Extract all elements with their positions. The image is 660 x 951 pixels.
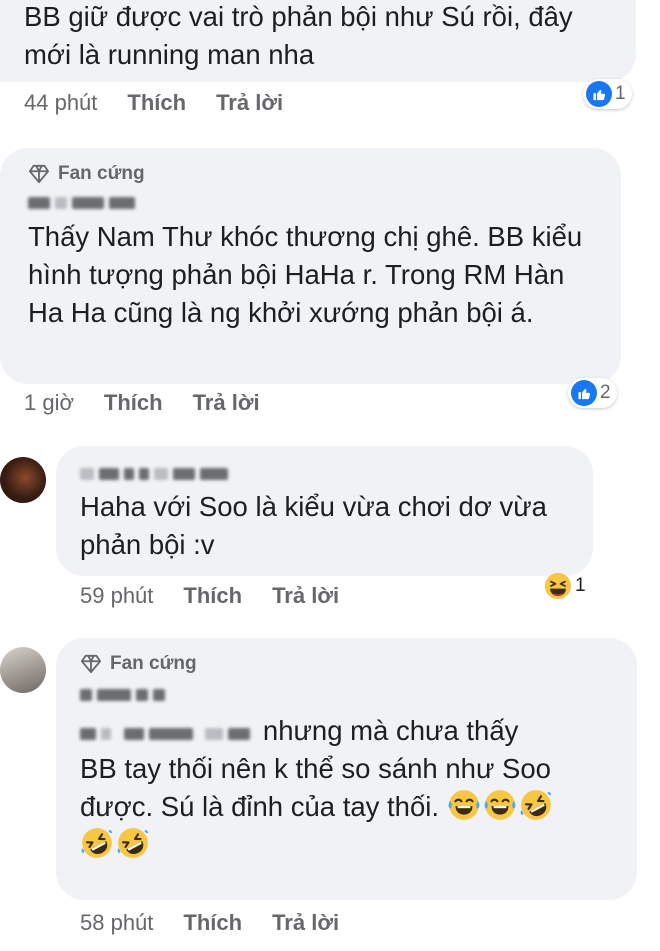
like-button[interactable]: Thích: [183, 910, 242, 936]
like-button[interactable]: Thích: [127, 90, 186, 116]
comment-bubble: Fan cứng Thấy Nam Thư khóc thương chị gh…: [0, 148, 621, 384]
haha-icon: [544, 572, 572, 600]
fan-badge-label: Fan cứng: [110, 653, 197, 674]
reaction-count: 1: [575, 575, 586, 596]
reaction-summary[interactable]: 1: [541, 569, 592, 603]
fan-badge: Fan cứng: [80, 650, 613, 678]
like-icon: [571, 380, 597, 406]
diamond-icon: [28, 164, 50, 184]
reaction-summary[interactable]: 2: [568, 378, 617, 408]
diamond-icon: [80, 654, 102, 674]
rofl-icon: [80, 826, 114, 860]
comment-text: Thấy Nam Thư khóc thương chị ghê. BB kiể…: [28, 221, 583, 328]
like-icon: [586, 81, 612, 107]
reaction-summary[interactable]: 1: [583, 79, 632, 109]
comment-time: 1 giờ: [24, 390, 74, 415]
reply-button[interactable]: Trả lời: [272, 910, 339, 936]
comment-text-line: nhưng mà chưa thấy: [262, 715, 519, 746]
reaction-count: 1: [615, 83, 626, 104]
comment-text-line: BB tay thối nên k thể so sánh như Soo: [80, 753, 551, 784]
reaction-count: 2: [600, 382, 611, 403]
like-button[interactable]: Thích: [104, 390, 163, 416]
comment-meta: 59 phút Thích Trả lời: [80, 581, 339, 611]
author-name-redacted[interactable]: [80, 460, 569, 488]
avatar[interactable]: [0, 457, 46, 503]
tears-of-joy-icon: [447, 788, 481, 822]
comment-time: 44 phút: [24, 90, 98, 115]
fan-badge-label: Fan cứng: [58, 163, 145, 184]
comment-text: Haha với Soo là kiểu vừa chơi dơ vừa phả…: [80, 491, 547, 560]
reply-button[interactable]: Trả lời: [272, 583, 339, 609]
comment-time: 58 phút: [80, 910, 154, 935]
comment-bubble: BB giữ được vai trò phản bội như Sú rồi,…: [0, 0, 636, 82]
reply-button[interactable]: Trả lời: [193, 390, 260, 416]
comment-bubble: Haha với Soo là kiểu vừa chơi dơ vừa phả…: [56, 446, 593, 576]
comment-time: 59 phút: [80, 583, 154, 608]
comment-text: nhưng mà chưa thấy BB tay thối nên k thể…: [80, 712, 613, 864]
comment-text: BB giữ được vai trò phản bội như Sú rồi,…: [24, 1, 573, 70]
author-name-redacted[interactable]: [28, 188, 597, 218]
rofl-icon: [116, 826, 150, 860]
tears-of-joy-icon: [483, 788, 517, 822]
comment-text-line: được. Sú là đỉnh của tay thối.: [80, 791, 440, 822]
fan-badge: Fan cứng: [28, 160, 597, 188]
author-name-redacted[interactable]: [80, 678, 613, 712]
rofl-icon: [519, 788, 553, 822]
comment-bubble: Fan cứng nhưng mà chưa thấy BB tay thối …: [56, 638, 637, 900]
avatar[interactable]: [0, 647, 46, 693]
reply-button[interactable]: Trả lời: [216, 90, 283, 116]
comment-meta: 44 phút Thích Trả lời: [24, 88, 283, 118]
comment-meta: 1 giờ Thích Trả lời: [24, 388, 260, 418]
comment-meta: 58 phút Thích Trả lời: [80, 908, 339, 938]
like-button[interactable]: Thích: [183, 583, 242, 609]
